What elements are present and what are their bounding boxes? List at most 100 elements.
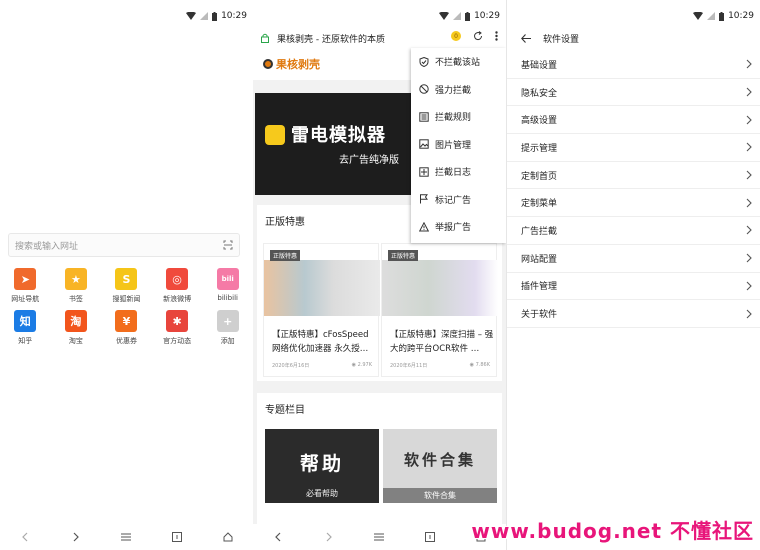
chevron-right-icon [746, 198, 752, 208]
settings-item-label: 关于软件 [521, 310, 558, 321]
settings-item[interactable]: 网站配置 [507, 245, 760, 273]
page-title: 软件设置 [543, 34, 580, 45]
tabs-icon[interactable] [169, 529, 185, 545]
site-logo[interactable]: 果核剥壳 [263, 56, 320, 72]
status-bar: 10:29 [0, 0, 253, 32]
watermark: www.budog.net 不懂社区 [471, 519, 754, 543]
image-icon [419, 139, 429, 149]
card-thumbnail [264, 260, 380, 316]
settings-list: 基础设置隐私安全 高级设置提示管理定制首页定制菜单广告拦截网站配置插件管理关于软件 [507, 51, 760, 328]
article-card[interactable]: 正版特惠 【正版特惠】深度扫描 – 强大的跨平台OCR软件 … 2020年6月1… [381, 243, 498, 377]
browser-screen: 10:29 果核剥壳 - 还原软件的本质 0 果核剥壳 雷电模拟器 去广告纯净版… [253, 0, 506, 550]
topic-card-collection[interactable]: 软件合集 软件合集 [383, 429, 497, 503]
settings-item[interactable]: 广告拦截 [507, 217, 760, 245]
rules-list-icon [419, 112, 429, 122]
flag-icon [420, 194, 428, 204]
shortcut-tile[interactable]: ◎ 新浪微博 [152, 268, 203, 304]
menu-item[interactable]: 标记广告 [411, 186, 506, 214]
chevron-right-icon [746, 87, 752, 97]
more-vert-icon[interactable] [495, 31, 498, 41]
star-icon: ★ [64, 268, 87, 290]
shortcut-tile[interactable]: ✱ 官方动态 [152, 310, 203, 346]
scan-icon[interactable] [223, 240, 233, 250]
search-placeholder: 搜索或输入网址 [15, 241, 79, 252]
menu-item[interactable]: 拦截规则 [411, 103, 506, 131]
menu-item[interactable]: 强力拦截 [411, 76, 506, 104]
menu-item-label: 不拦截该站 [435, 58, 481, 69]
settings-item-label: 插件管理 [521, 282, 558, 293]
settings-item[interactable]: 隐私安全 [507, 79, 760, 107]
menu-icon[interactable] [118, 529, 134, 545]
settings-item[interactable]: 基础设置 [507, 51, 760, 79]
coin-badge[interactable]: 0 [451, 31, 461, 41]
menu-item[interactable]: 不拦截该站 [411, 48, 506, 76]
shortcut-tile[interactable]: S 搜狐新闻 [101, 268, 152, 304]
shortcut-label: 添加 [220, 337, 235, 345]
shortcut-tile[interactable]: ➤ 网址导航 [0, 268, 51, 304]
sohu-icon: S [115, 268, 138, 290]
menu-item-label: 拦截规则 [435, 113, 472, 124]
settings-item[interactable]: 定制首页 [507, 162, 760, 190]
wifi-icon [186, 12, 197, 20]
card-badge: 正版特惠 [270, 250, 301, 261]
settings-item-label: 基础设置 [521, 60, 558, 71]
shortcut-tile[interactable]: 知知乎 [0, 310, 51, 346]
taobao-icon: 淘 [64, 310, 87, 332]
banner[interactable]: 雷电模拟器 去广告纯净版 [255, 93, 411, 195]
shortcut-tile[interactable]: bili bilibili [202, 268, 253, 304]
card-date: 2020年6月11日 [390, 363, 428, 369]
forward-icon[interactable] [68, 529, 84, 545]
settings-item[interactable]: 高级设置 [507, 106, 760, 135]
shortcut-tile[interactable]: 淘淘宝 [51, 310, 102, 346]
banner-title: 雷电模拟器 [291, 125, 386, 146]
refresh-icon[interactable] [473, 31, 483, 41]
shortcut-label: bilibili [217, 294, 238, 302]
topics-section: 专题栏目 帮助 必看帮助 软件合集 软件合集 [257, 393, 502, 528]
lock-icon [261, 33, 269, 43]
chevron-right-icon [746, 170, 752, 180]
card-badge: 正版特惠 [388, 250, 419, 261]
log-icon [419, 167, 429, 177]
card-title: 【正版特惠】cFosSpeed 网络优化加速器 永久授… [272, 330, 369, 354]
back-icon[interactable] [17, 529, 33, 545]
settings-item[interactable]: 提示管理 [507, 134, 760, 162]
logo-ball-icon [263, 59, 273, 69]
shield-check-icon [419, 56, 429, 67]
settings-item-label: 定制菜单 [521, 199, 558, 210]
topic-caption: 必看帮助 [306, 489, 338, 498]
no-signal-icon [707, 12, 716, 20]
no-signal-icon [200, 12, 209, 20]
address-bar[interactable]: 果核剥壳 - 还原软件的本质 0 [253, 28, 506, 48]
article-card[interactable]: 正版特惠 【正版特惠】cFosSpeed 网络优化加速器 永久授… 2020年6… [263, 243, 380, 377]
settings-item[interactable]: 关于软件 [507, 300, 760, 328]
menu-item[interactable]: 举报广告 [411, 213, 506, 241]
chevron-right-icon [746, 226, 752, 235]
shortcut-tile[interactable]: ★ 书签 [51, 268, 102, 304]
topic-card-help[interactable]: 帮助 必看帮助 [265, 429, 379, 503]
menu-item[interactable]: 图片管理 [411, 131, 506, 159]
topic-text: 软件合集 [403, 451, 476, 469]
no-signal-icon [453, 12, 462, 20]
menu-item[interactable]: 拦截日志 [411, 158, 506, 186]
shortcut-tile[interactable]: ¥ 优惠券 [101, 310, 152, 346]
chevron-right-icon [746, 143, 752, 152]
status-time: 10:29 [221, 11, 247, 21]
battery-icon [719, 11, 725, 21]
settings-item[interactable]: 插件管理 [507, 273, 760, 301]
settings-item-label: 网站配置 [521, 254, 558, 265]
search-input[interactable]: 搜索或输入网址 [8, 233, 240, 257]
back-arrow-icon[interactable] [521, 33, 531, 43]
menu-item-label: 图片管理 [435, 140, 472, 151]
shortcut-tile[interactable]: + 添加 [202, 310, 253, 346]
weibo-icon: ◎ [166, 268, 189, 290]
chevron-right-icon [746, 59, 752, 69]
card-views: ◉ 7.86K [469, 362, 490, 368]
section-title: 专题栏目 [265, 405, 305, 416]
shortcut-label: 知乎 [18, 337, 33, 345]
settings-item-label: 提示管理 [521, 143, 558, 154]
card-date: 2020年6月16日 [272, 363, 310, 369]
status-time: 10:29 [728, 11, 754, 21]
settings-item[interactable]: 定制菜单 [507, 189, 760, 218]
wifi-icon [439, 12, 450, 20]
banner-subtitle: 去广告纯净版 [339, 155, 399, 166]
